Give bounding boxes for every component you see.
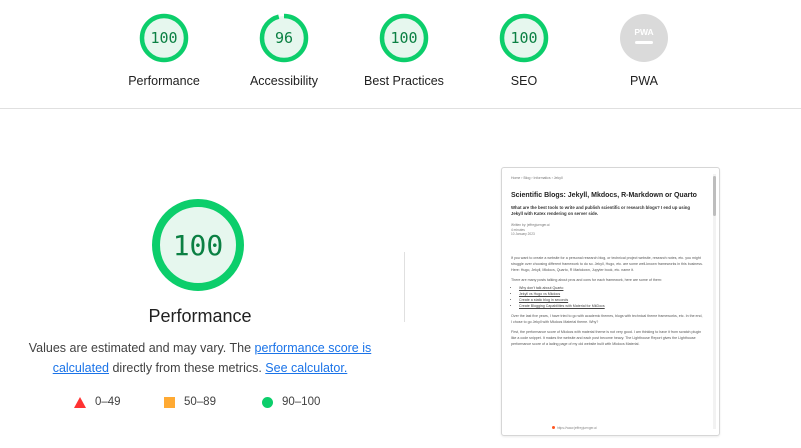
pwa-badge-icon: PWA (620, 14, 668, 62)
thumbnail-meta-date: 10 January 2023 (511, 232, 535, 236)
gauge-seo[interactable]: 100 SEO (464, 12, 584, 88)
gauge-seo-ring: 100 (499, 13, 549, 63)
thumbnail-subtitle: What are the best tools to write and pub… (511, 205, 691, 216)
thumbnail-paragraph-3: Over the last five years, I have tried t… (511, 313, 703, 324)
gauge-seo-label: SEO (510, 74, 538, 88)
thumbnail-title: Scientific Blogs: Jekyll, Mkdocs, R-Mark… (511, 192, 697, 199)
gauge-pwa-label: PWA (629, 74, 658, 88)
section-divider (404, 252, 405, 322)
legend-fail-range: 0–49 (95, 396, 121, 408)
gauge-seo-score: 100 (510, 29, 537, 47)
gauge-best-practices-score: 100 (390, 29, 417, 47)
legend-average-range: 50–89 (184, 396, 216, 408)
performance-big-score: 100 (173, 229, 224, 262)
thumbnail-link: Create a static blog in seconds (519, 297, 569, 302)
pass-circle-icon (262, 396, 273, 408)
gauge-accessibility[interactable]: 96 Accessibility (224, 12, 344, 88)
thumbnail-link: Why don't talk about Quarto (519, 285, 564, 290)
final-screenshot-thumbnail[interactable]: Home › Blog › Informatics › Jekyll Scien… (501, 167, 720, 436)
thumbnail-link-list: Why don't talk about Quarto Jekyll vs Hu… (511, 285, 703, 309)
site-favicon-icon (552, 426, 555, 429)
thumbnail-link: Create Blogging Capabilities with Materi… (519, 303, 605, 308)
legend-average: 50–89 (164, 396, 216, 408)
thumbnail-breadcrumb: Home › Blog › Informatics › Jekyll (511, 176, 563, 180)
pwa-badge-text: PWA (634, 27, 653, 37)
average-square-icon (164, 396, 175, 408)
legend-fail: 0–49 (74, 396, 121, 408)
thumbnail-paragraph-1: If you want to create a website for a pe… (511, 255, 703, 272)
description-prefix: Values are estimated and may vary. The (28, 341, 255, 355)
thumbnail-footer: https://www.jeffreyjuenger.ai (552, 426, 597, 430)
gauge-accessibility-score: 96 (275, 29, 293, 47)
performance-big-gauge: 100 (152, 199, 244, 291)
gauge-accessibility-label: Accessibility (249, 74, 319, 88)
gauge-best-practices-ring: 100 (379, 13, 429, 63)
thumbnail-scrollbar-thumb (713, 176, 716, 216)
thumbnail-paragraph-4: First, the performance score of Mkdocs w… (511, 329, 702, 346)
gauge-performance-ring: 100 (139, 13, 189, 63)
thumbnail-page-content: Home › Blog › Informatics › Jekyll Scien… (511, 176, 703, 347)
gauge-performance-label: Performance (128, 74, 200, 88)
legend-pass: 90–100 (262, 396, 320, 408)
gauge-best-practices[interactable]: 100 Best Practices (344, 12, 464, 88)
gauge-performance-score: 100 (150, 29, 177, 47)
thumbnail-meta: Written by: jeffreyjuenger.ai 4 minutes … (511, 223, 703, 237)
performance-description: Values are estimated and may vary. The p… (20, 338, 380, 378)
gauge-pwa[interactable]: PWA PWA (584, 12, 704, 88)
fail-triangle-icon (74, 396, 86, 408)
gauge-performance[interactable]: 100 Performance (104, 12, 224, 88)
list-item: Create Blogging Capabilities with Materi… (519, 303, 703, 309)
thumbnail-link: Jekyll vs Hugo vs Mkdocs (519, 291, 561, 296)
thumbnail-paragraph-2: There are many posts talking about pros … (511, 277, 662, 282)
description-middle: directly from these metrics. (109, 361, 266, 375)
legend-pass-range: 90–100 (282, 396, 321, 408)
category-gauges-row: 100 Performance 96 Accessibility 100 Bes… (0, 0, 801, 109)
gauge-best-practices-label: Best Practices (364, 74, 444, 88)
score-legend: 0–49 50–89 90–100 (0, 396, 400, 416)
see-calculator-link[interactable]: See calculator. (265, 361, 347, 375)
performance-title: Performance (148, 306, 252, 326)
performance-summary: 100 Performance Values are estimated and… (0, 110, 400, 448)
gauge-accessibility-ring: 96 (259, 13, 309, 63)
thumbnail-footer-url: https://www.jeffreyjuenger.ai (557, 426, 597, 430)
